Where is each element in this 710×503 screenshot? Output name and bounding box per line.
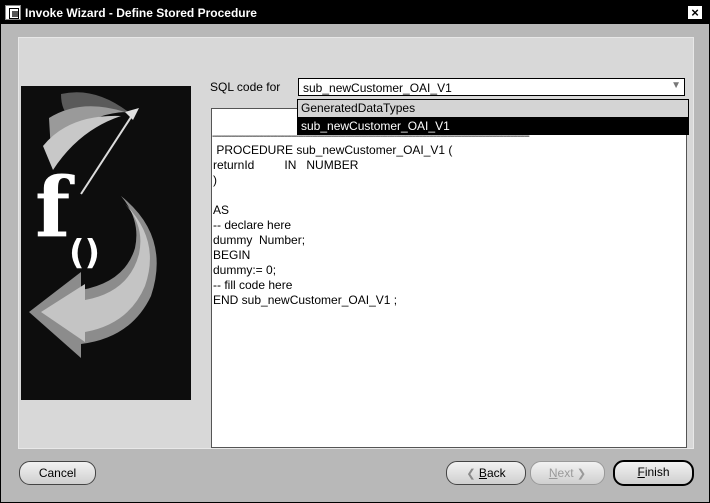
code-line: -- fill code here xyxy=(213,278,293,292)
next-label: ext xyxy=(557,466,574,480)
code-line: ) xyxy=(213,173,217,187)
sql-code-combobox[interactable]: sub_newCustomer_OAI_V1 ▼ xyxy=(298,78,685,96)
combobox-value: sub_newCustomer_OAI_V1 xyxy=(303,81,452,95)
dropdown-option-sub-newcustomer[interactable]: sub_newCustomer_OAI_V1 xyxy=(298,118,688,135)
chevron-left-icon: ❮ xyxy=(466,468,476,480)
code-line: BEGIN xyxy=(213,248,251,262)
back-label: ack xyxy=(486,466,506,480)
code-line: AS xyxy=(213,203,230,217)
back-mnemonic: B xyxy=(478,466,487,480)
function-graphic: f () xyxy=(21,86,191,400)
title-bar: Invoke Wizard - Define Stored Procedure … xyxy=(1,1,709,24)
sql-code-label: SQL code for xyxy=(210,80,281,94)
finish-mnemonic: F xyxy=(637,465,645,479)
code-line: -- declare here xyxy=(213,218,292,232)
function-arrow-icon: f () xyxy=(29,92,157,358)
code-line: END sub_newCustomer_OAI_V1 ; xyxy=(213,293,398,307)
chevron-right-icon: ❯ xyxy=(576,468,587,480)
code-line: PROCEDURE sub_newCustomer_OAI_V1 ( xyxy=(213,143,453,157)
finish-label: inish xyxy=(644,465,670,479)
code-line: dummy:= 0; xyxy=(213,263,277,277)
next-mnemonic: N xyxy=(548,466,558,480)
sql-code-dropdown-list: GeneratedDataTypes sub_newCustomer_OAI_V… xyxy=(297,99,689,135)
cancel-button-label: Cancel xyxy=(38,466,77,480)
finish-button[interactable]: Finish xyxy=(613,460,694,486)
chevron-down-icon[interactable]: ▼ xyxy=(671,80,681,91)
wizard-window: Invoke Wizard - Define Stored Procedure … xyxy=(0,0,710,503)
back-button[interactable]: ❮ Back xyxy=(446,461,526,485)
svg-text:(): () xyxy=(69,233,100,273)
sql-code-editor[interactable]: ----------------------------------------… xyxy=(211,108,687,448)
next-button[interactable]: Next ❯ xyxy=(530,461,605,485)
code-lines: PROCEDURE sub_newCustomer_OAI_V1 ( retur… xyxy=(213,143,452,308)
dropdown-option-generateddatatypes[interactable]: GeneratedDataTypes xyxy=(298,100,688,117)
close-button[interactable]: × xyxy=(687,5,703,20)
app-icon xyxy=(5,5,21,20)
code-line: dummy Number; xyxy=(213,233,306,247)
code-line: returnId IN NUMBER xyxy=(213,158,359,172)
cancel-button[interactable]: Cancel xyxy=(19,461,96,485)
window-title: Invoke Wizard - Define Stored Procedure xyxy=(25,6,257,20)
